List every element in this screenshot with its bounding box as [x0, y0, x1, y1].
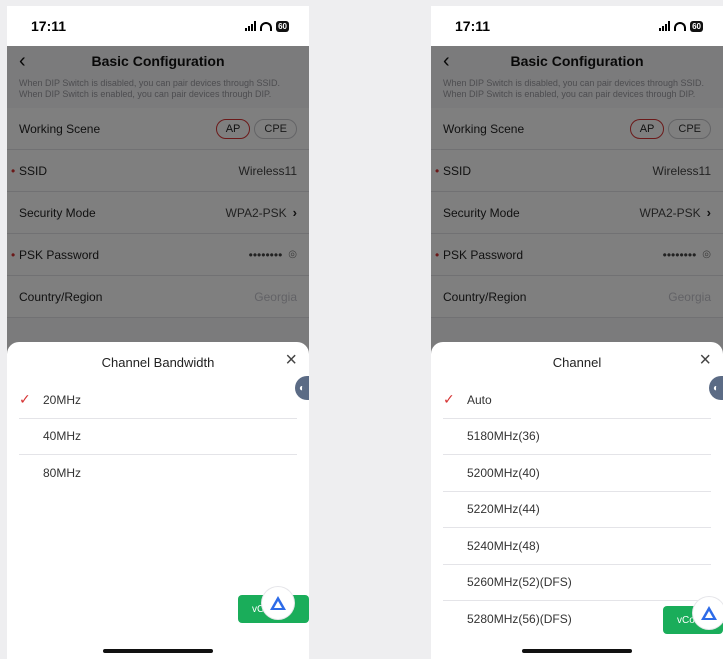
check-icon: ✓: [443, 391, 455, 408]
close-icon[interactable]: ×: [285, 350, 297, 370]
bandwidth-option-selected[interactable]: ✓ 20MHz: [19, 382, 297, 419]
sheet-header: Channel ×: [431, 342, 723, 382]
channel-option[interactable]: 5200MHz(40): [443, 455, 711, 492]
stage: 17:11 60 ‹ Basic Configuration When DIP …: [0, 0, 723, 659]
option-label: 5220MHz(44): [467, 502, 540, 517]
option-label: 5180MHz(36): [467, 429, 540, 444]
home-indicator[interactable]: [522, 649, 632, 653]
status-time: 17:11: [455, 18, 491, 34]
option-label: 20MHz: [43, 392, 82, 407]
battery-icon: 60: [690, 20, 703, 32]
option-label: 5260MHz(52)(DFS): [467, 575, 572, 590]
option-label: 5240MHz(48): [467, 538, 540, 553]
channel-option-selected[interactable]: ✓ Auto: [443, 382, 711, 419]
channel-option[interactable]: 5240MHz(48): [443, 528, 711, 565]
sheet-title: Channel Bandwidth: [101, 354, 215, 370]
status-icons: 60: [659, 20, 703, 32]
app-logo-icon[interactable]: [693, 597, 723, 629]
battery-icon: 60: [276, 20, 289, 32]
sheet-title: Channel: [552, 354, 602, 370]
channel-option[interactable]: 5260MHz(52)(DFS): [443, 565, 711, 601]
signal-icon: [659, 21, 671, 31]
option-label: 40MHz: [43, 429, 82, 444]
bandwidth-option[interactable]: 40MHz: [19, 419, 297, 455]
signal-icon: [245, 21, 257, 31]
status-bar: 17:11 60: [431, 6, 723, 46]
phone-right: 17:11 60 ‹ Basic Configuration When DIP …: [431, 6, 723, 659]
check-icon: ✓: [19, 391, 31, 408]
option-label: Auto: [467, 392, 492, 407]
option-label: 5200MHz(40): [467, 465, 540, 480]
status-icons: 60: [245, 20, 289, 32]
channel-option[interactable]: 5180MHz(36): [443, 419, 711, 455]
option-label: 80MHz: [43, 466, 82, 481]
app-logo-icon[interactable]: [262, 587, 294, 619]
wifi-icon: [674, 21, 687, 31]
home-indicator[interactable]: [103, 649, 213, 653]
close-icon[interactable]: ×: [699, 350, 711, 370]
wifi-icon: [260, 21, 273, 31]
channel-option[interactable]: 5220MHz(44): [443, 492, 711, 528]
option-label: 5280MHz(56)(DFS): [467, 612, 572, 627]
status-time: 17:11: [31, 18, 67, 34]
sheet-header: Channel Bandwidth ×: [7, 342, 309, 382]
status-bar: 17:11 60: [7, 6, 309, 46]
phone-left: 17:11 60 ‹ Basic Configuration When DIP …: [7, 6, 309, 659]
bandwidth-option[interactable]: 80MHz: [19, 455, 297, 492]
